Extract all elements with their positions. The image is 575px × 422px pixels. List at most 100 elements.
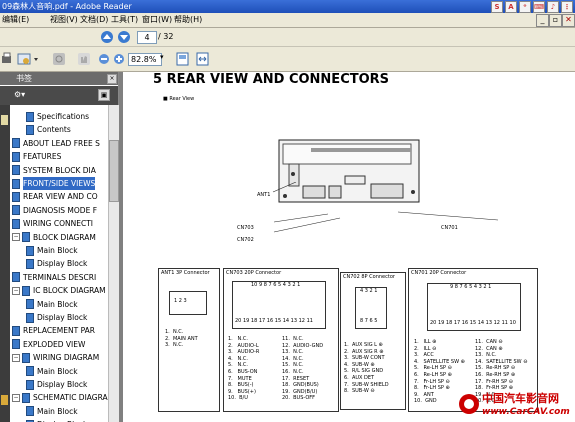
bookmarks-scroll-thumb[interactable] [109,140,119,202]
bookmark-icon [26,124,34,135]
bookmark-label: Contents [37,125,71,135]
bookmark-item[interactable]: TERMINALS DESCRI [12,271,96,284]
keyboard-icon[interactable]: ⌨ [533,1,545,13]
bookmark-item[interactable]: WIRING CONNECTI [12,217,93,230]
cn701-top-pins: 9 8 7 6 5 4 3 2 1 [450,284,492,290]
menu-document[interactable]: 文档(D) [80,13,108,27]
ime-toolbar[interactable]: S A ᵒ ⌨ ♪ ⋮ [491,1,573,13]
print-icon[interactable] [2,52,12,66]
bookmarks-toolbar: ⚙▾ ▣ [0,86,118,105]
menu-view[interactable]: 视图(V) [50,13,78,27]
menu-tools[interactable]: 工具(T) [111,13,138,27]
cn701-box-title: CN701 20P Connector [411,270,467,276]
bookmark-item[interactable]: Specifications [26,110,89,123]
cn702-connector-diagram: 4 3 2 1 8 7 6 5 [355,287,387,329]
menu-help[interactable]: 帮助(H) [174,13,202,27]
bookmark-item[interactable]: FRONT/SIDE VIEWS [12,177,96,190]
bookmark-label: FRONT/SIDE VIEWS [23,177,96,190]
bookmark-icon [26,245,34,256]
bookmark-item[interactable]: Display Block [26,257,87,270]
section-heading: 5 REAR VIEW AND CONNECTORS [153,72,390,87]
ant1-pin-list: 1. N.C. 2. MAIN ANT 3. N.C. [165,329,198,349]
bookmark-item[interactable]: REAR VIEW AND CO [12,190,98,203]
ant1-connector-box: ANT1 3P Connector 1 2 3 1. N.C. 2. MAIN … [158,268,220,412]
title-bar: 09森林人音响.pdf - Adobe Reader S A ᵒ ⌨ ♪ ⋮ [0,0,575,13]
watermark-chinese: 中国汽车影音网 [482,392,559,405]
bookmark-label: Specifications [37,112,90,121]
bookmark-icon [22,392,30,403]
cn703-pin-list-right: 11. N.C. 12. AUDIO-GND 13. N.C. 14. N.C.… [282,336,324,402]
bookmark-item[interactable]: DIAGNOSIS MODE F [12,204,97,217]
menu-window[interactable]: 窗口(W) [142,13,172,27]
page-number-input[interactable]: 4 [137,31,157,44]
bookmark-item[interactable]: Main Block [26,298,78,311]
collapse-toggle-icon[interactable]: − [12,393,20,402]
cn703-label: CN703 [237,225,254,231]
rear-view-subheading: ■ Rear View [163,96,195,102]
cn703-bottom-pins: 20 19 18 17 16 15 14 13 12 11 [235,318,313,324]
bookmark-label: Display Block [37,313,88,322]
zoom-dropdown-icon[interactable]: ▾ [160,53,164,61]
document-page[interactable]: 5 REAR VIEW AND CONNECTORS ■ Rear View A… [123,72,575,422]
ime-punct-icon[interactable]: ᵒ [519,1,531,13]
ime-a-icon[interactable]: A [505,1,517,13]
restore-button[interactable]: ▫ [549,14,562,27]
cn702-top-pins: 4 3 2 1 [360,288,378,294]
bookmark-icon [26,406,34,417]
bookmark-label: REPLACEMENT PAR [23,326,95,336]
bookmark-label: Main Block [37,299,78,309]
bookmark-item[interactable]: Display Block [26,418,87,422]
bookmarks-header: 书签 × [0,72,118,85]
expand-bookmark-icon[interactable]: ▣ [98,89,110,101]
collapse-toggle-icon[interactable]: − [12,233,20,242]
bookmark-label: TERMINALS DESCRI [23,272,97,282]
more-icon[interactable]: ⋮ [561,1,573,13]
bookmark-icon [26,379,34,390]
fit-page-icon[interactable] [176,52,190,66]
bookmark-item[interactable]: Main Block [26,244,78,257]
bookmark-item[interactable]: Display Block [26,378,87,391]
close-pane-icon[interactable]: × [107,74,117,84]
attachments-tab-icon[interactable] [1,395,8,405]
fit-width-icon[interactable] [196,52,210,66]
cn702-connector-box: CN702 8P Connector 4 3 2 1 8 7 6 5 1. AU… [340,272,406,410]
sound-icon[interactable]: ♪ [547,1,559,13]
bookmark-item[interactable]: − SCHEMATIC DIAGRA [12,391,108,404]
cn702-label: CN702 [237,237,254,243]
bookmark-label: DIAGNOSIS MODE F [23,205,98,215]
bookmark-item[interactable]: REPLACEMENT PAR [12,324,95,337]
bookmark-item[interactable]: ABOUT LEAD FREE S [12,137,100,150]
cn701-connector-diagram: 9 8 7 6 5 4 3 2 1 20 19 18 17 16 15 14 1… [427,283,521,331]
collapse-toggle-icon[interactable]: − [12,353,20,362]
bookmark-item[interactable]: − WIRING DIAGRAM [12,351,99,364]
bookmark-item[interactable]: − BLOCK DIAGRAM [12,231,96,244]
minimize-button[interactable]: _ [536,14,549,27]
cn701-bottom-pins: 20 19 18 17 16 15 14 13 12 11 10 [430,320,516,326]
email-icon[interactable] [17,52,39,66]
bookmark-label: ABOUT LEAD FREE S [23,138,100,148]
ant1-pin-numbers: 1 2 3 [174,298,187,304]
zoom-out-icon[interactable] [98,52,110,66]
ime-s-icon[interactable]: S [491,1,503,13]
bookmark-item[interactable]: − IC BLOCK DIAGRAM [12,284,106,297]
next-page-icon[interactable] [117,30,131,44]
zoom-level-input[interactable]: 82.8% [128,53,162,66]
bookmark-item[interactable]: Main Block [26,365,78,378]
close-button[interactable]: ✕ [562,14,575,27]
hand-tool-icon[interactable] [77,52,93,66]
collapse-toggle-icon[interactable]: − [12,286,20,295]
zoom-in-icon[interactable] [113,52,125,66]
bookmark-item[interactable]: Main Block [26,405,78,418]
previous-page-icon[interactable] [100,30,114,44]
bookmark-item[interactable]: FEATURES [12,150,61,163]
pages-tab-icon[interactable] [1,115,8,125]
watermark-logo-icon [459,394,479,414]
bookmark-item[interactable]: Contents [26,123,71,136]
page-total: / 32 [158,32,174,41]
bookmark-item[interactable]: EXPLODED VIEW [12,338,85,351]
bookmark-item[interactable]: SYSTEM BLOCK DIA [12,164,96,177]
bookmark-item[interactable]: Display Block [26,311,87,324]
menu-edit[interactable]: 编辑(E) [2,13,29,27]
find-icon[interactable] [52,52,68,66]
options-menu-icon[interactable]: ⚙▾ [14,90,25,99]
